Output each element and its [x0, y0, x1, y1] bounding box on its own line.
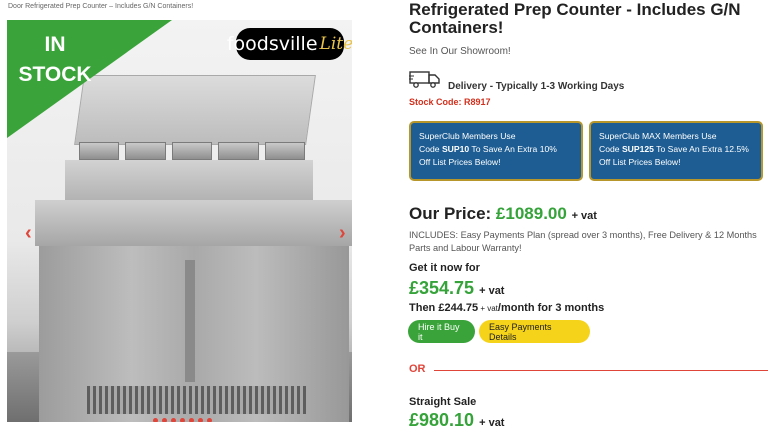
- gn-pan: [79, 142, 120, 160]
- monthly-payment: Then £244.75 + vat/month for 3 months: [409, 302, 604, 314]
- promo-line-1: SuperClub Members Use: [419, 131, 516, 141]
- gn-pan: [264, 142, 306, 160]
- gallery-dot[interactable]: [198, 418, 203, 422]
- promo-line-2: Code SUP125 To Save An Extra 12.5%: [599, 143, 753, 156]
- promo-code: SUP10: [441, 144, 470, 154]
- counter-backsplash: [65, 160, 313, 200]
- then-price: £244.75: [438, 302, 479, 314]
- our-price: Our Price: £1089.00 + vat: [409, 204, 597, 224]
- promo-line-2-rest: To Save An Extra 12.5%: [653, 144, 749, 154]
- brand-logo: foodsville Lite: [227, 28, 352, 60]
- vat-label: + vat: [479, 285, 505, 297]
- gallery-dot[interactable]: [207, 418, 212, 422]
- now-price: £354.75 + vat: [409, 278, 504, 299]
- includes-note: INCLUDES: Easy Payments Plan (spread ove…: [409, 230, 757, 253]
- or-divider-label: OR: [409, 363, 426, 375]
- promo-line-1: SuperClub MAX Members Use: [599, 131, 717, 141]
- logo-main: foodsville: [226, 33, 318, 55]
- door-divider: [185, 260, 195, 382]
- promo-code: SUP125: [621, 144, 654, 154]
- gn-pan: [125, 142, 166, 160]
- ribbon-line-1: IN: [44, 33, 66, 56]
- gn-containers: [77, 140, 307, 162]
- chevron-right-icon[interactable]: ›: [339, 222, 346, 245]
- straight-sale-price: £980.10 + vat: [409, 410, 504, 431]
- gallery-dots[interactable]: [153, 418, 212, 422]
- delivery-info: Delivery - Typically 1-3 Working Days: [448, 81, 625, 92]
- promo-code-prefix: Code: [599, 144, 622, 154]
- our-price-value: £1089.00: [495, 204, 567, 223]
- gallery-dot[interactable]: [153, 418, 158, 422]
- gallery-dot[interactable]: [189, 418, 194, 422]
- gallery-dot[interactable]: [171, 418, 176, 422]
- then-suffix: /month for 3 months: [497, 302, 605, 314]
- gallery-dot[interactable]: [180, 418, 185, 422]
- superclub-max-promo: SuperClub MAX Members Use Code SUP125 To…: [589, 121, 763, 181]
- ventilation-grille: [87, 386, 307, 414]
- superclub-promo: SuperClub Members Use Code SUP10 To Save…: [409, 121, 583, 181]
- vat-label: + vat: [571, 210, 597, 222]
- product-title: Refrigerated Prep Counter - Includes G/N…: [409, 0, 741, 37]
- straight-sale-label: Straight Sale: [409, 396, 477, 408]
- ribbon-line-2: STOCK: [18, 63, 92, 86]
- gallery-dot[interactable]: [162, 418, 167, 422]
- easy-payments-details-button[interactable]: Easy Payments Details: [479, 320, 590, 343]
- promo-line-2-rest: To Save An Extra 10%: [469, 144, 557, 154]
- delivery-truck-icon: [409, 71, 440, 88]
- showroom-note: See In Our Showroom!: [409, 46, 511, 57]
- get-it-now-label: Get it now for: [409, 262, 480, 274]
- vat-label: + vat: [479, 417, 505, 429]
- promo-code-prefix: Code: [419, 144, 442, 154]
- chevron-left-icon[interactable]: ‹: [25, 222, 32, 245]
- stock-code: Stock Code: R8917: [409, 97, 491, 107]
- or-divider-line: [434, 370, 768, 371]
- then-vat: + vat: [478, 304, 498, 313]
- promo-line-3: Off List Prices Below!: [599, 157, 681, 167]
- breadcrumb: Door Refrigerated Prep Counter – Include…: [8, 3, 194, 10]
- in-stock-label: IN STOCK: [15, 30, 95, 90]
- straight-price-value: £980.10: [409, 410, 475, 430]
- product-image-gallery[interactable]: IN STOCK foodsville Lite ‹ ›: [7, 20, 352, 422]
- gn-pan: [171, 142, 213, 160]
- hire-it-buy-it-button[interactable]: Hire it Buy it: [408, 320, 475, 343]
- gn-pan: [218, 142, 259, 160]
- counter-worktop: [35, 200, 352, 246]
- our-price-label: Our Price:: [409, 204, 496, 223]
- promo-line-3: Off List Prices Below!: [419, 157, 501, 167]
- then-prefix: Then: [409, 302, 439, 314]
- now-price-value: £354.75: [409, 278, 475, 298]
- promo-line-2: Code SUP10 To Save An Extra 10%: [419, 143, 573, 156]
- logo-sub: Lite: [319, 34, 352, 54]
